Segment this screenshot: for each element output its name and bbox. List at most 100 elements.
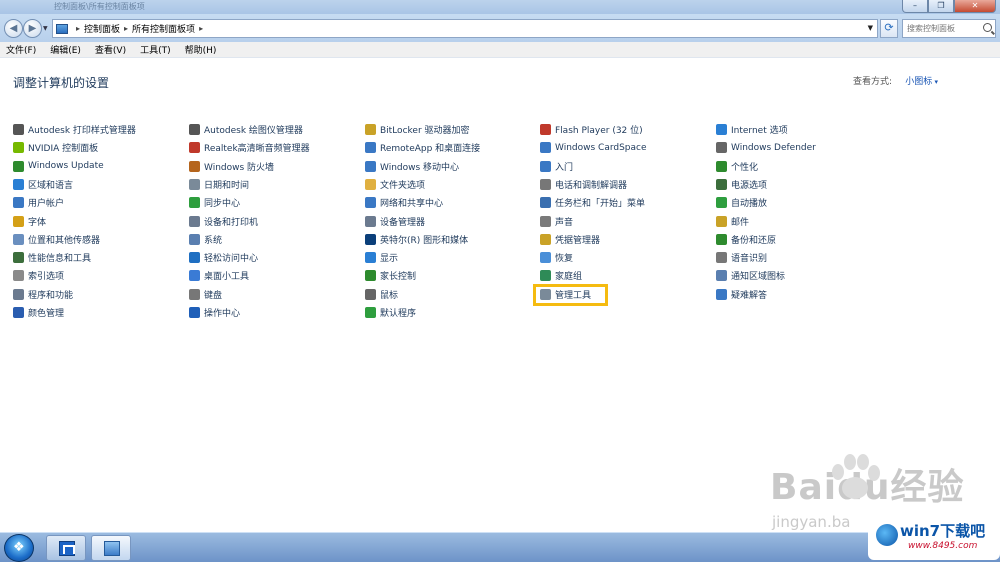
control-panel-item-label: Internet 选项 (731, 126, 788, 136)
search-icon[interactable] (983, 23, 992, 32)
control-panel-item[interactable]: 英特尔(R) 图形和媒体 (365, 232, 468, 247)
control-panel-item[interactable]: 设备和打印机 (189, 214, 258, 229)
address-bar[interactable]: ▸ 控制面板 ▸ 所有控制面板项 ▸ ▼ (52, 19, 878, 38)
control-panel-item[interactable]: 家庭组 (540, 268, 582, 283)
control-panel-item[interactable]: 键盘 (189, 287, 222, 302)
menu-edit[interactable]: 编辑(E) (50, 43, 81, 56)
control-panel-item[interactable]: 同步中心 (189, 195, 240, 210)
control-panel-item[interactable]: 索引选项 (13, 268, 64, 283)
control-panel-item-label: Autodesk 打印样式管理器 (28, 126, 136, 136)
performance-icon (13, 252, 24, 264)
control-panel-item-label: 操作中心 (204, 309, 241, 319)
control-panel-item[interactable]: 入门 (540, 159, 573, 174)
control-panel-item[interactable]: 声音 (540, 214, 573, 229)
refresh-button[interactable]: ⟳ (880, 19, 898, 38)
control-panel-item[interactable]: 轻松访问中心 (189, 250, 258, 265)
control-panel-item[interactable]: 颜色管理 (13, 305, 64, 320)
control-panel-item[interactable]: BitLocker 驱动器加密 (365, 122, 470, 137)
control-panel-item[interactable]: 电源选项 (716, 177, 767, 192)
search-input[interactable] (902, 19, 996, 38)
control-panel-item[interactable]: 性能信息和工具 (13, 250, 91, 265)
control-panel-item[interactable]: 鼠标 (365, 287, 398, 302)
control-panel-item[interactable]: RemoteApp 和桌面连接 (365, 140, 480, 155)
control-panel-item[interactable]: 语音识别 (716, 250, 767, 265)
control-panel-item[interactable]: NVIDIA 控制面板 (13, 140, 98, 155)
back-button[interactable]: ◀ (4, 19, 23, 38)
win7-logo-icon (876, 524, 898, 546)
control-panel-item[interactable]: 显示 (365, 250, 398, 265)
control-panel-item[interactable]: 操作中心 (189, 305, 240, 320)
control-panel-item[interactable]: Windows 防火墙 (189, 159, 274, 174)
address-history-dropdown[interactable]: ▼ (868, 24, 873, 32)
breadcrumb-all-items[interactable]: 所有控制面板项 (132, 22, 195, 35)
homegroup-icon (540, 270, 551, 282)
menu-view[interactable]: 查看(V) (95, 43, 126, 56)
plotter-icon (189, 124, 200, 135)
defender-icon (716, 142, 727, 154)
breadcrumb-separator-icon[interactable]: ▸ (76, 24, 80, 33)
menu-file[interactable]: 文件(F) (6, 43, 36, 56)
control-panel-item[interactable]: 系统 (189, 232, 222, 247)
breadcrumb-separator-icon[interactable]: ▸ (199, 24, 203, 33)
paw-logo-icon (832, 454, 880, 499)
control-panel-item[interactable]: Internet 选项 (716, 122, 788, 137)
control-panel-item-label: Windows Update (28, 161, 104, 172)
control-panel-item[interactable]: 凭据管理器 (540, 232, 600, 247)
control-panel-item[interactable]: Windows Defender (716, 140, 816, 155)
start-button[interactable] (4, 534, 34, 562)
forward-button[interactable]: ▶ (23, 19, 42, 38)
control-panel-item[interactable]: 位置和其他传感器 (13, 232, 100, 247)
recent-pages-dropdown[interactable]: ▼ (43, 25, 48, 32)
control-panel-item[interactable]: 个性化 (716, 159, 758, 174)
control-panel-item[interactable]: 家长控制 (365, 268, 416, 283)
view-by-dropdown[interactable]: 小图标 (905, 74, 938, 87)
control-panel-item[interactable]: 邮件 (716, 214, 749, 229)
control-panel-item[interactable]: Flash Player (32 位) (540, 122, 643, 137)
internet-options-icon (716, 124, 727, 135)
control-panel-item[interactable]: Windows 移动中心 (365, 159, 459, 174)
taskbar-app-button[interactable] (46, 535, 86, 561)
control-panel-item[interactable]: 设备管理器 (365, 214, 425, 229)
control-panel-item-label: Windows 防火墙 (204, 162, 275, 173)
taskbar-control-panel-button[interactable] (91, 535, 131, 561)
control-panel-item[interactable]: Realtek高清晰音频管理器 (189, 140, 310, 155)
control-panel-item[interactable]: 字体 (13, 214, 46, 229)
control-panel-item[interactable]: 日期和时间 (189, 177, 249, 192)
control-panel-item-label: 颜色管理 (28, 309, 65, 319)
control-panel-item[interactable]: 电话和调制解调器 (540, 177, 627, 192)
control-panel-item[interactable]: 通知区域图标 (716, 268, 785, 283)
control-panel-item[interactable]: 疑难解答 (716, 287, 767, 302)
mouse-icon (365, 288, 376, 300)
control-panel-item-label: 英特尔(R) 图形和媒体 (380, 235, 469, 246)
control-panel-item-label: 电源选项 (731, 180, 768, 191)
breadcrumb-control-panel[interactable]: 控制面板 (84, 22, 120, 35)
control-panel-item[interactable]: 默认程序 (365, 305, 416, 320)
page-title: 调整计算机的设置 (13, 76, 110, 90)
minimize-button[interactable]: – (902, 0, 928, 13)
close-button[interactable]: ✕ (954, 0, 996, 13)
sensor-icon (13, 233, 24, 245)
control-panel-item[interactable]: Autodesk 打印样式管理器 (13, 122, 136, 137)
menu-tools[interactable]: 工具(T) (140, 43, 171, 56)
control-panel-item[interactable]: 区域和语言 (13, 177, 73, 192)
network-icon (365, 197, 376, 209)
control-panel-item[interactable]: 任务栏和「开始」菜单 (540, 195, 645, 210)
control-panel-item[interactable]: 程序和功能 (13, 287, 73, 302)
control-panel-item[interactable]: Autodesk 绘图仪管理器 (189, 122, 303, 137)
control-panel-item[interactable]: 恢复 (540, 250, 573, 265)
control-panel-item-label: 家长控制 (380, 272, 417, 283)
control-panel-item[interactable]: Windows CardSpace (540, 140, 647, 155)
control-panel-item[interactable]: Windows Update (13, 159, 104, 174)
breadcrumb-separator-icon[interactable]: ▸ (124, 24, 128, 33)
menu-help[interactable]: 帮助(H) (185, 43, 217, 56)
gadgets-icon (189, 270, 200, 282)
address-row: ◀ ▶ ▼ ▸ 控制面板 ▸ 所有控制面板项 ▸ ▼ ⟳ (0, 14, 1000, 42)
control-panel-item[interactable]: 用户帐户 (13, 195, 64, 210)
control-panel-item[interactable]: 网络和共享中心 (365, 195, 443, 210)
windows-update-icon (13, 160, 24, 172)
control-panel-item[interactable]: 自动播放 (716, 195, 767, 210)
control-panel-item[interactable]: 文件夹选项 (365, 177, 425, 192)
control-panel-item[interactable]: 备份和还原 (716, 232, 776, 247)
control-panel-item[interactable]: 桌面小工具 (189, 268, 249, 283)
maximize-button[interactable]: ❐ (928, 0, 954, 13)
